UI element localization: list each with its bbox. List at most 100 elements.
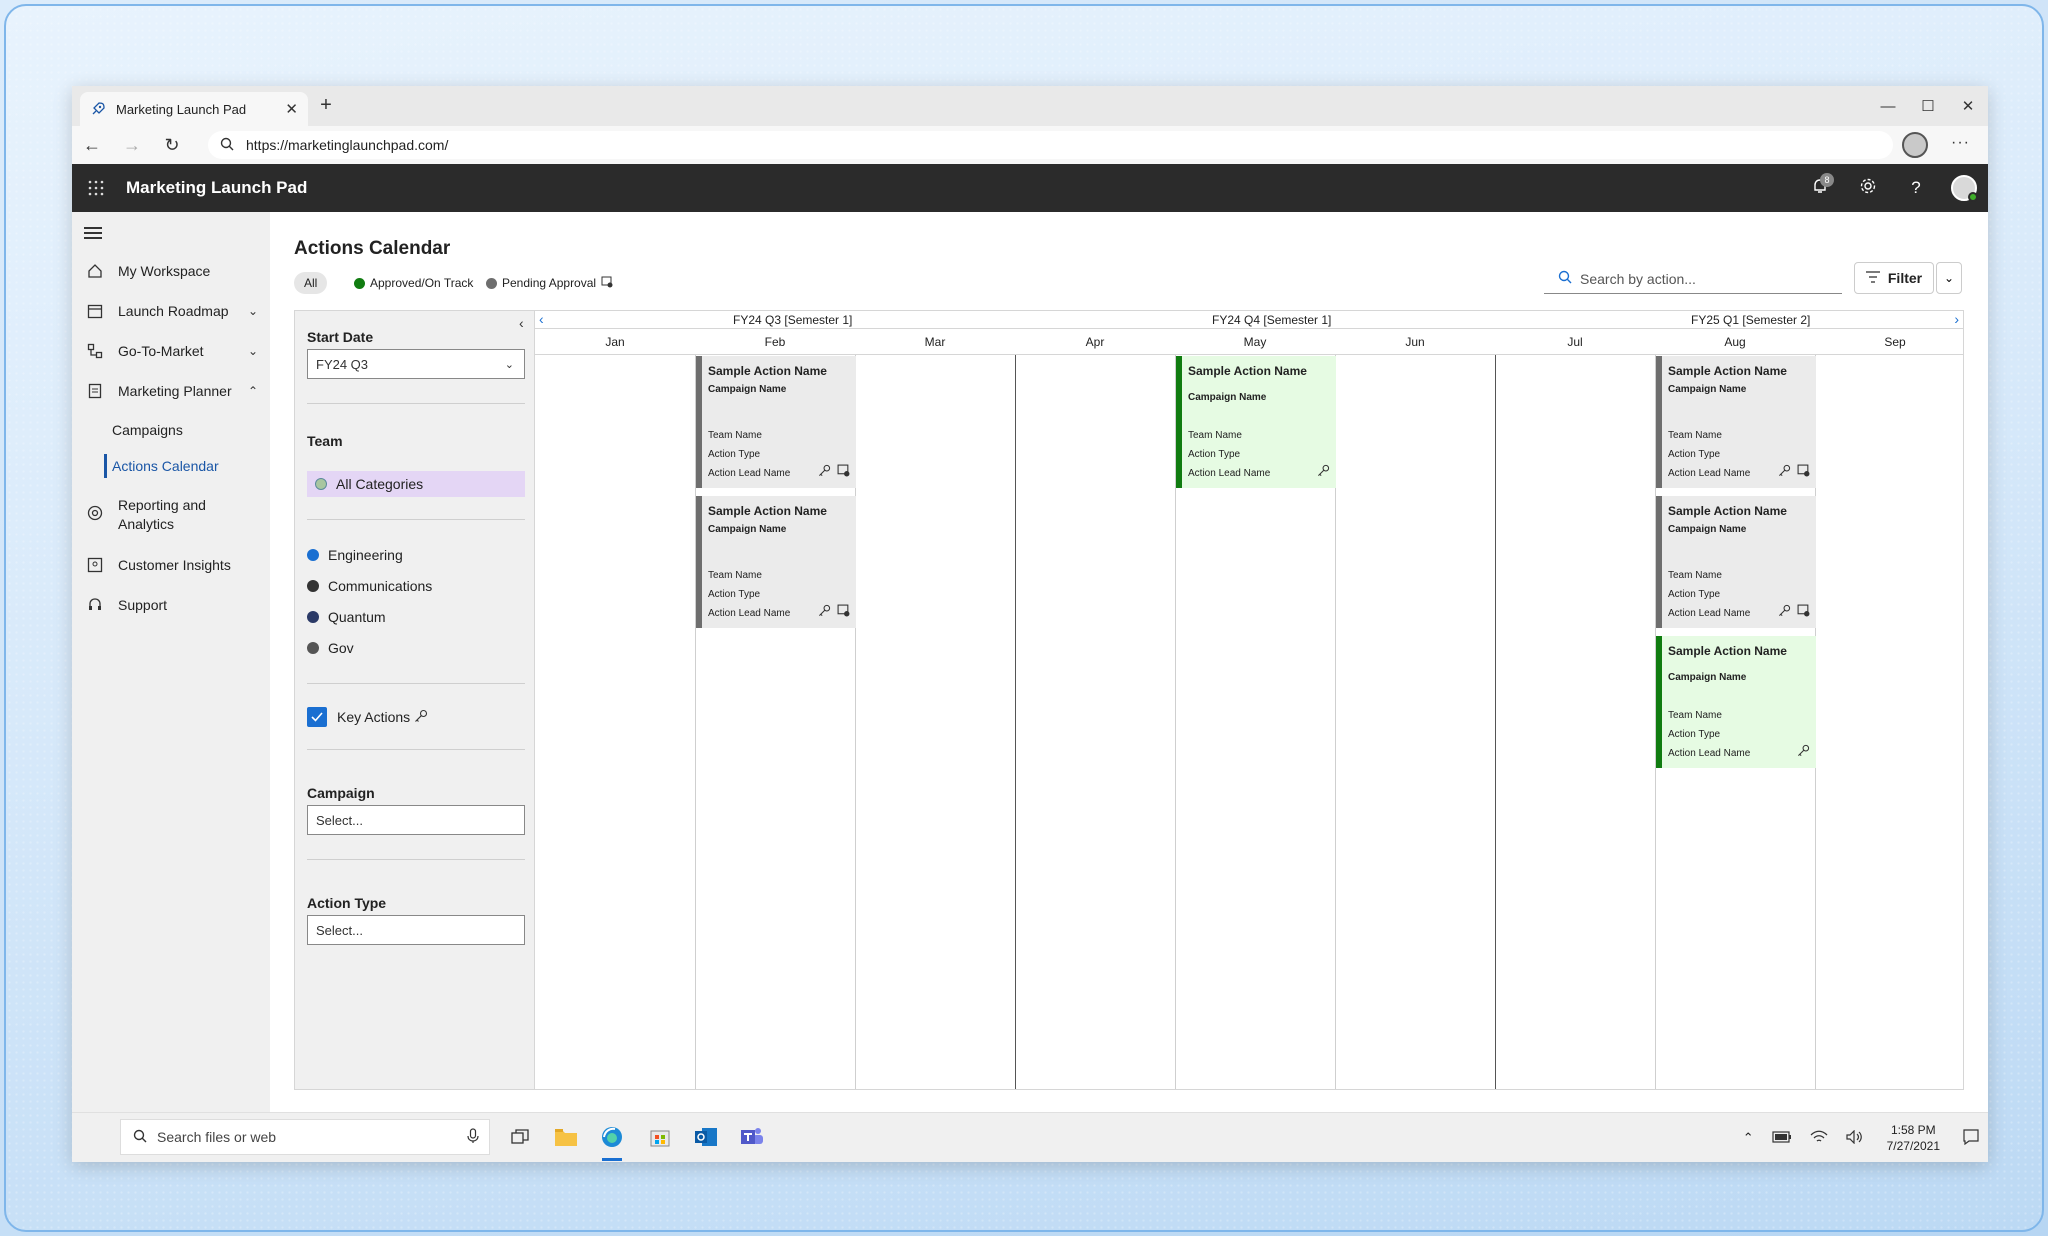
- category-communications[interactable]: Communications: [307, 578, 432, 594]
- search-input[interactable]: Search by action...: [1544, 264, 1842, 294]
- nav-item-go-to-market[interactable]: Go-To-Market ⌄: [72, 342, 270, 360]
- next-period-icon[interactable]: ›: [1954, 311, 1959, 327]
- minimize-icon[interactable]: —: [1868, 86, 1908, 126]
- refresh-icon[interactable]: ↻: [152, 126, 192, 164]
- notifications-button[interactable]: 8: [1796, 164, 1844, 212]
- month-label: Jul: [1567, 335, 1583, 349]
- action-card[interactable]: Sample Action Name Campaign Name Team Name…: [1656, 356, 1816, 488]
- month-header-row: Jan Feb Mar Apr May Jun Jul Aug Sep: [535, 329, 1963, 355]
- nav-item-launch-roadmap[interactable]: Launch Roadmap ⌄: [72, 302, 270, 320]
- action-card[interactable]: Sample Action Name Campaign Name Team Name…: [1656, 636, 1816, 768]
- action-lead: Action Lead Name: [708, 468, 791, 479]
- browser-profile-avatar[interactable]: [1902, 132, 1928, 158]
- url-field[interactable]: https://marketinglaunchpad.com/: [208, 131, 1893, 159]
- quarter-label: FY25 Q1 [Semester 2]: [1691, 313, 1811, 327]
- filter-pending-button[interactable]: Pending Approval: [486, 272, 613, 294]
- filter-dropdown-toggle[interactable]: ⌄: [1936, 262, 1962, 294]
- action-name: Sample Action Name: [708, 504, 827, 518]
- home-icon: [86, 262, 104, 280]
- nav-subitem-campaigns[interactable]: Campaigns: [112, 422, 183, 438]
- nav-subitem-actions-calendar[interactable]: Actions Calendar: [104, 454, 219, 478]
- chevron-down-icon[interactable]: ⌄: [248, 304, 258, 318]
- teams-icon[interactable]: [738, 1123, 766, 1151]
- filter-all-button[interactable]: All: [294, 272, 328, 294]
- search-icon: [133, 1129, 147, 1146]
- category-dot: [307, 611, 319, 623]
- previous-period-icon[interactable]: ‹: [539, 311, 544, 327]
- battery-icon[interactable]: [1772, 1130, 1792, 1146]
- close-window-icon[interactable]: ✕: [1948, 86, 1988, 126]
- start-date-select[interactable]: FY24 Q3 ⌄: [307, 349, 525, 379]
- help-button[interactable]: ?: [1892, 164, 1940, 212]
- chevron-down-icon[interactable]: ⌄: [248, 344, 258, 358]
- team-name: Team Name: [1668, 430, 1722, 441]
- store-icon[interactable]: [646, 1123, 674, 1151]
- nav-item-marketing-planner[interactable]: Marketing Planner ⌃: [72, 382, 270, 400]
- flag-icon: [601, 276, 613, 291]
- settings-button[interactable]: [1844, 164, 1892, 212]
- taskbar-search-input[interactable]: Search files or web: [120, 1119, 490, 1155]
- tab-strip: Marketing Launch Pad ✕ + — ☐ ✕: [72, 86, 1988, 126]
- key-actions-checkbox[interactable]: [307, 707, 327, 727]
- category-gov[interactable]: Gov: [307, 640, 354, 656]
- presence-indicator: [1968, 192, 1978, 202]
- action-type-select[interactable]: Select...: [307, 915, 525, 945]
- system-clock[interactable]: 1:58 PM 7/27/2021: [1887, 1122, 1940, 1154]
- nav-item-reporting-analytics[interactable]: Reporting and Analytics: [72, 496, 270, 534]
- nav-item-my-workspace[interactable]: My Workspace: [72, 262, 270, 280]
- category-engineering[interactable]: Engineering: [307, 547, 403, 563]
- outlook-icon[interactable]: [692, 1123, 720, 1151]
- insights-icon: [86, 556, 104, 574]
- action-name: Sample Action Name: [708, 364, 827, 378]
- taskbar-search-placeholder: Search files or web: [157, 1129, 277, 1145]
- team-name: Team Name: [1668, 710, 1722, 721]
- volume-icon[interactable]: [1846, 1129, 1864, 1147]
- maximize-icon[interactable]: ☐: [1908, 86, 1948, 126]
- chevron-up-icon[interactable]: ⌃: [248, 384, 258, 398]
- edge-browser-icon[interactable]: [598, 1123, 626, 1161]
- month-label: Sep: [1884, 335, 1906, 349]
- header-actions: 8 ?: [1796, 164, 1988, 212]
- card-icons: [1778, 464, 1810, 480]
- file-explorer-icon[interactable]: [552, 1123, 580, 1151]
- filter-button-label: Filter: [1887, 270, 1923, 286]
- action-lead: Action Lead Name: [1668, 748, 1751, 759]
- close-tab-icon[interactable]: ✕: [285, 100, 298, 118]
- new-tab-button[interactable]: +: [312, 94, 340, 117]
- category-label: Quantum: [328, 609, 386, 625]
- all-categories-icon: [315, 478, 327, 490]
- key-actions-checkbox-row[interactable]: Key Actions: [307, 707, 428, 727]
- notification-center-icon[interactable]: [1963, 1128, 1979, 1148]
- forward-icon[interactable]: →: [112, 126, 152, 164]
- campaign-select[interactable]: Select...: [307, 805, 525, 835]
- hamburger-menu-icon[interactable]: [84, 224, 102, 242]
- chevron-up-icon[interactable]: ⌃: [1743, 1130, 1754, 1146]
- all-categories-option[interactable]: All Categories: [307, 471, 525, 497]
- nav-item-customer-insights[interactable]: Customer Insights: [72, 556, 270, 574]
- app-launcher-icon[interactable]: [72, 164, 120, 212]
- key-icon: [1317, 464, 1330, 480]
- divider: [307, 859, 525, 860]
- filter-approved-button[interactable]: Approved/On Track: [354, 272, 473, 294]
- user-menu[interactable]: [1940, 164, 1988, 212]
- category-dot: [307, 580, 319, 592]
- category-quantum[interactable]: Quantum: [307, 609, 386, 625]
- more-options-icon[interactable]: ···: [1951, 134, 1970, 152]
- action-card[interactable]: Sample Action Name Campaign Name Team Name…: [1656, 496, 1816, 628]
- back-icon[interactable]: ←: [72, 126, 112, 164]
- task-view-icon[interactable]: [506, 1123, 534, 1151]
- nav-item-support[interactable]: Support: [72, 596, 270, 614]
- campaign-name: Campaign Name: [708, 524, 787, 535]
- action-card[interactable]: Sample Action Name Campaign Name Team Name…: [696, 356, 856, 488]
- microphone-icon[interactable]: [467, 1127, 479, 1147]
- action-lead: Action Lead Name: [1668, 468, 1751, 479]
- action-card[interactable]: Sample Action Name Campaign Name Team Name…: [1176, 356, 1336, 488]
- action-card[interactable]: Sample Action Name Campaign Name Team Name…: [696, 496, 856, 628]
- collapse-panel-icon[interactable]: ‹: [519, 315, 524, 331]
- wifi-icon[interactable]: [1810, 1130, 1828, 1147]
- card-icons: [1797, 744, 1810, 760]
- browser-tab[interactable]: Marketing Launch Pad ✕: [80, 92, 308, 126]
- filter-button[interactable]: Filter: [1854, 262, 1934, 294]
- campaign-name: Campaign Name: [708, 384, 787, 395]
- action-name: Sample Action Name: [1668, 364, 1787, 378]
